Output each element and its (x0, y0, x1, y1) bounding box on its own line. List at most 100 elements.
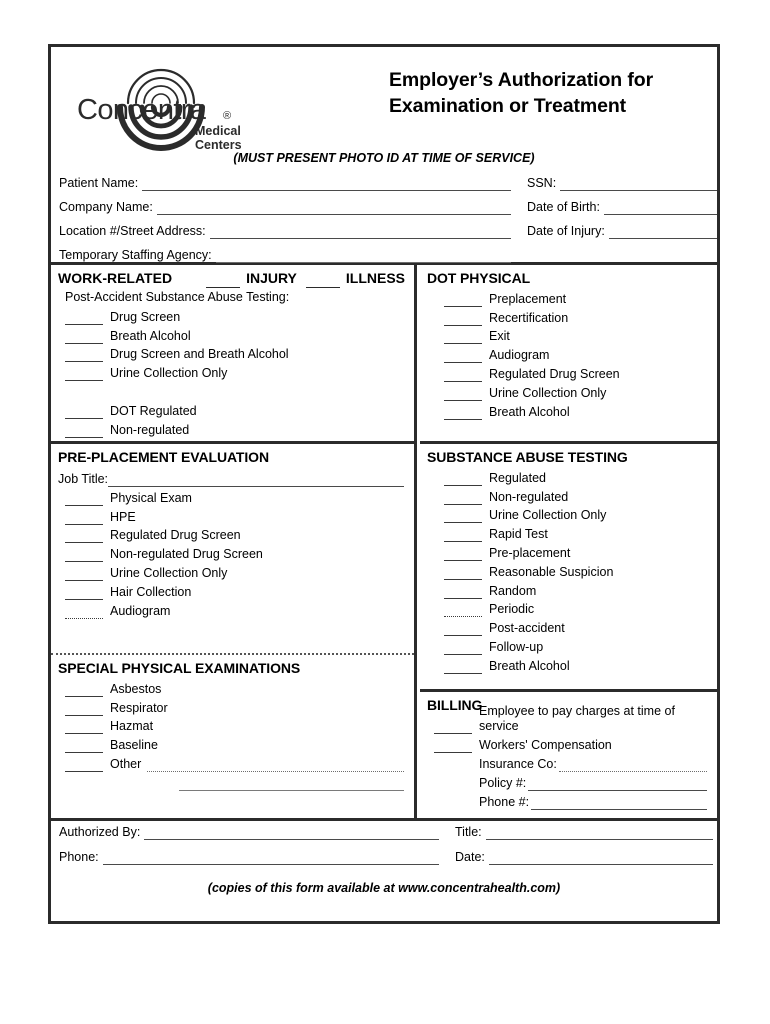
special-physical-other-input[interactable] (147, 759, 404, 772)
work-related-breath-alcohol-checkbox[interactable] (65, 330, 103, 344)
billing-insurance-co-input[interactable] (558, 759, 707, 772)
dot-audiogram-checkbox[interactable] (444, 349, 482, 364)
option-row[interactable]: Baseline (51, 734, 414, 754)
dot-preplacement-checkbox[interactable] (444, 293, 482, 307)
sat-regulated-checkbox[interactable] (444, 472, 482, 486)
dot-recertification-checkbox[interactable] (444, 312, 482, 326)
option-row[interactable]: Urine Collection Only (420, 382, 717, 401)
special-physical-other-input-2[interactable] (179, 778, 404, 791)
pre-placement-hair-collection-checkbox[interactable] (65, 586, 103, 600)
special-physical-baseline-checkbox[interactable] (65, 739, 103, 754)
authorization-date-input[interactable] (488, 852, 713, 865)
option-row[interactable]: Asbestos (51, 678, 414, 697)
option-row[interactable]: Exit (420, 326, 717, 345)
sat-rapid-test-checkbox[interactable] (444, 528, 482, 543)
pre-placement-urine-collection-only-checkbox[interactable] (65, 567, 103, 581)
work-related-drug-screen-checkbox[interactable] (65, 311, 103, 325)
option-row[interactable]: HPE (51, 506, 414, 525)
work-related-injury-checkbox[interactable] (206, 273, 241, 288)
pre-placement-hpe-checkbox[interactable] (65, 511, 103, 525)
location-address-field[interactable]: Location #/Street Address: (59, 224, 511, 239)
special-physical-other-checkbox[interactable] (65, 758, 103, 772)
dot-exit-checkbox[interactable] (444, 330, 482, 345)
option-row[interactable]: Non-regulated (420, 486, 717, 505)
billing-phone-number-input[interactable] (531, 797, 707, 810)
title-field[interactable]: Title: (455, 825, 713, 840)
ssn-input[interactable] (560, 178, 717, 191)
option-row[interactable]: Reasonable Suspicion (420, 561, 717, 580)
option-row[interactable]: Non-regulated Drug Screen (51, 543, 414, 563)
pre-placement-regulated-drug-screen-checkbox[interactable] (65, 529, 103, 544)
special-physical-asbestos-checkbox[interactable] (65, 683, 103, 697)
location-address-input[interactable] (209, 226, 511, 239)
sat-periodic-checkbox[interactable] (444, 603, 482, 618)
dot-regulated-drug-screen-checkbox[interactable] (444, 368, 482, 382)
authorized-by-input[interactable] (144, 827, 439, 840)
option-row[interactable]: Non-regulated (51, 419, 414, 438)
option-row[interactable]: Urine Collection Only (51, 362, 414, 382)
title-input[interactable] (485, 827, 713, 840)
sat-breath-alcohol-checkbox[interactable] (444, 660, 482, 674)
option-row[interactable]: Post-accident (420, 617, 717, 637)
option-row[interactable]: Regulated Drug Screen (420, 363, 717, 382)
work-related-urine-collection-only-checkbox[interactable] (65, 367, 103, 382)
special-physical-respirator-checkbox[interactable] (65, 702, 103, 716)
option-row[interactable]: Regulated (420, 467, 717, 486)
option-row[interactable]: DOT Regulated (51, 400, 414, 419)
job-title-field[interactable]: Job Title: (51, 467, 414, 487)
work-related-dot-regulated-checkbox[interactable] (65, 405, 103, 419)
special-physical-hazmat-checkbox[interactable] (65, 720, 103, 735)
option-row[interactable]: Breath Alcohol (51, 325, 414, 344)
sat-non-regulated-checkbox[interactable] (444, 491, 482, 505)
company-name-field[interactable]: Company Name: (59, 200, 511, 215)
sat-post-accident-checkbox[interactable] (444, 622, 482, 637)
option-row[interactable]: Pre-placement (420, 542, 717, 561)
date-of-birth-input[interactable] (603, 202, 717, 215)
option-row[interactable]: Audiogram (51, 600, 414, 619)
sat-urine-collection-only-checkbox[interactable] (444, 509, 482, 524)
option-row[interactable]: Rapid Test (420, 523, 717, 543)
authorization-phone-field[interactable]: Phone: (59, 850, 439, 865)
option-row[interactable]: Workers' Compensation (420, 734, 717, 753)
sat-pre-placement-checkbox[interactable] (444, 547, 482, 561)
option-row[interactable]: Preplacement (420, 288, 717, 307)
option-row[interactable]: Respirator (51, 697, 414, 716)
work-related-non-regulated-checkbox[interactable] (65, 424, 103, 438)
option-row[interactable]: Employee to pay charges at time of servi… (420, 704, 717, 734)
date-of-injury-input[interactable] (608, 226, 717, 239)
ssn-field[interactable]: SSN: (527, 176, 717, 191)
option-row[interactable]: Breath Alcohol (420, 655, 717, 674)
work-related-drug-screen-and-breath-alcohol-checkbox[interactable] (65, 348, 103, 363)
option-row[interactable]: Urine Collection Only (420, 505, 717, 524)
option-row[interactable]: Hazmat (51, 716, 414, 735)
option-row[interactable]: Physical Exam (51, 487, 414, 506)
dot-breath-alcohol-checkbox[interactable] (444, 406, 482, 420)
option-row[interactable]: Other (51, 753, 414, 772)
job-title-input[interactable] (108, 474, 404, 487)
billing-policy-number-input[interactable] (528, 778, 707, 791)
dot-urine-collection-only-checkbox[interactable] (444, 387, 482, 401)
patient-name-field[interactable]: Patient Name: (59, 176, 511, 191)
billing-insurance-co-field[interactable]: Insurance Co: (420, 753, 717, 772)
temp-staffing-agency-input[interactable] (215, 250, 511, 263)
option-row[interactable]: Breath Alcohol (420, 401, 717, 420)
option-row[interactable]: Recertification (420, 307, 717, 326)
work-related-illness-checkbox[interactable] (305, 273, 340, 288)
company-name-input[interactable] (156, 202, 511, 215)
option-row[interactable]: Hair Collection (51, 581, 414, 600)
patient-name-input[interactable] (142, 178, 511, 191)
pre-placement-physical-exam-checkbox[interactable] (65, 492, 103, 506)
option-row[interactable]: Audiogram (420, 344, 717, 364)
billing-employee-pay-checkbox[interactable] (434, 720, 472, 734)
temp-staffing-agency-field[interactable]: Temporary Staffing Agency: (59, 248, 511, 263)
authorization-phone-input[interactable] (102, 852, 439, 865)
option-row[interactable]: Urine Collection Only (51, 562, 414, 581)
date-of-birth-field[interactable]: Date of Birth: (527, 200, 717, 215)
option-row[interactable]: Periodic (420, 599, 717, 618)
option-row[interactable]: Drug Screen (51, 306, 414, 325)
option-row[interactable]: Drug Screen and Breath Alcohol (51, 344, 414, 363)
sat-random-checkbox[interactable] (444, 585, 482, 599)
sat-follow-up-checkbox[interactable] (444, 641, 482, 655)
option-row[interactable]: Random (420, 580, 717, 599)
sat-reasonable-suspicion-checkbox[interactable] (444, 566, 482, 580)
